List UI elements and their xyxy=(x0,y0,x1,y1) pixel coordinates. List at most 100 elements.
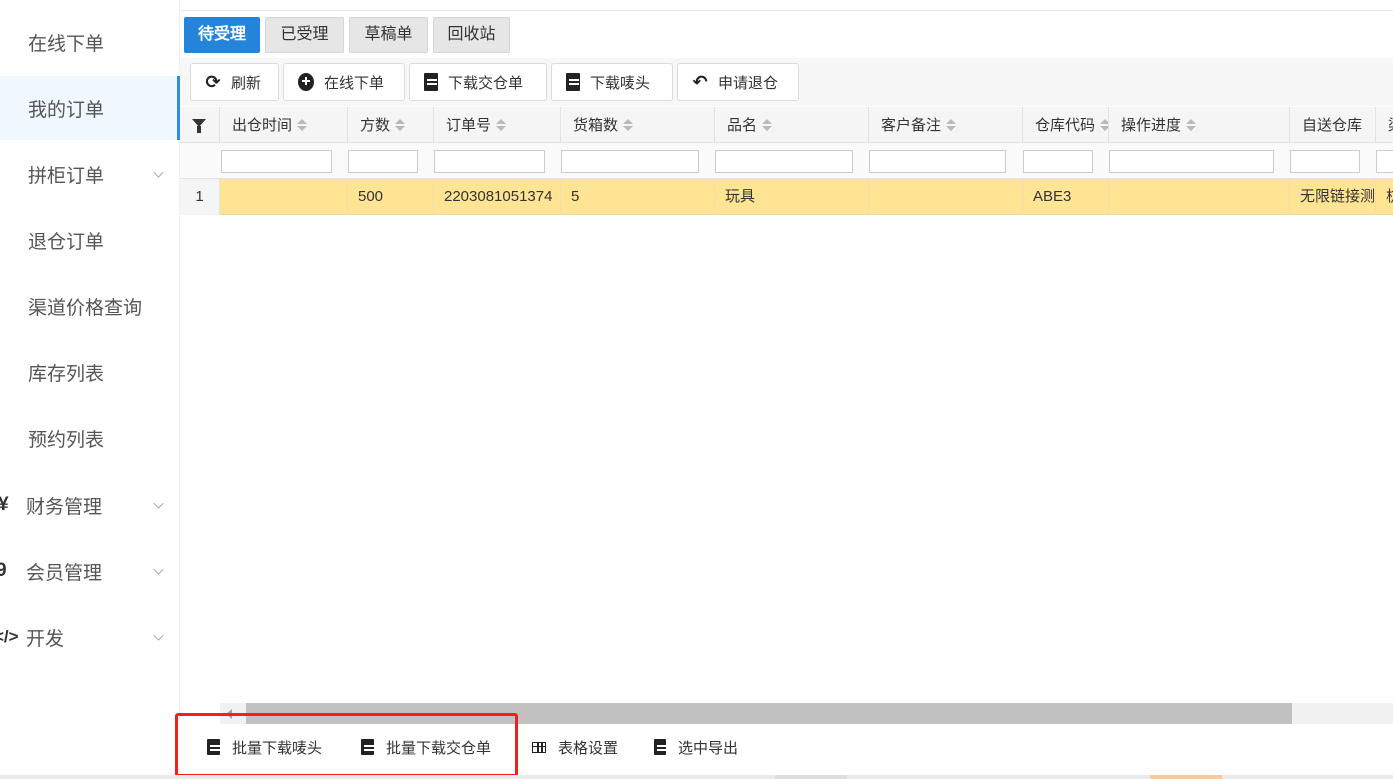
sidebar-item-inventory[interactable]: 库存列表 xyxy=(0,340,180,404)
tab-recycle-bin[interactable]: 回收站 xyxy=(433,17,510,53)
column-header-label: 渠 xyxy=(1388,114,1393,135)
sidebar-item-label: 我的订单 xyxy=(28,99,105,121)
sidebar-item-my-orders[interactable]: 我的订单 xyxy=(0,76,180,140)
refresh-icon: ⟳ xyxy=(205,72,221,92)
sort-icon xyxy=(297,118,308,131)
column-header-label: 自送仓库 xyxy=(1302,117,1363,134)
sort-icon xyxy=(1100,118,1108,131)
chevron-down-icon xyxy=(153,498,164,509)
scroll-left-icon[interactable] xyxy=(226,709,232,719)
download-shipping-mark-button[interactable]: 下载唛头 xyxy=(551,63,673,101)
download-delivery-note-button[interactable]: 下载交仓单 xyxy=(409,63,547,101)
column-header-progress[interactable]: 操作进度 xyxy=(1109,107,1290,143)
chevron-down-icon xyxy=(153,630,164,641)
sidebar-item-reservations[interactable]: 预约列表 xyxy=(0,406,180,470)
document-icon xyxy=(566,73,580,91)
chevron-down-icon xyxy=(153,564,164,575)
sidebar-item-label: 在线下单 xyxy=(28,33,105,55)
document-icon xyxy=(654,739,667,755)
download-delivery-note-label: 下载交仓单 xyxy=(448,74,524,92)
column-header-product-name[interactable]: 品名 xyxy=(715,107,869,143)
filter-input-box-count[interactable] xyxy=(561,150,699,173)
cell-progress xyxy=(1109,179,1290,215)
reply-arrow-icon: ↶ xyxy=(692,72,708,92)
column-header-label: 仓库代码 xyxy=(1035,117,1096,134)
orders-grid: 出仓时间 方数 订单号 货箱数 品名 客户备注 仓库代码 操作进度 自送仓库 渠 xyxy=(180,107,1393,703)
sort-icon xyxy=(496,118,507,131)
column-header-label: 订单号 xyxy=(446,117,492,134)
column-header-label: 操作进度 xyxy=(1121,117,1182,134)
cell-box-count: 5 xyxy=(561,179,715,215)
plus-circle-icon xyxy=(298,73,314,91)
column-header-customer-note[interactable]: 客户备注 xyxy=(869,107,1023,143)
column-header-ship-time[interactable]: 出仓时间 xyxy=(220,107,348,143)
sidebar: 在线下单 我的订单 拼柜订单 退仓订单 渠道价格查询 库存列表 预约列表 ¥ 财… xyxy=(0,0,180,779)
sidebar-item-label: 开发 xyxy=(26,628,65,650)
sidebar-item-online-order[interactable]: 在线下单 xyxy=(0,10,180,74)
column-header-label: 客户备注 xyxy=(881,117,942,134)
toolbar: ⟳ 刷新 在线下单 下载交仓单 下载唛头 ↶ 申请退仓 xyxy=(180,58,1393,106)
filter-input-self-delivery-warehouse[interactable] xyxy=(1290,150,1360,173)
filter-input-customer-note[interactable] xyxy=(869,150,1006,173)
scrollbar-thumb[interactable] xyxy=(246,703,1292,724)
column-header-label: 方数 xyxy=(360,117,391,134)
horizontal-scrollbar[interactable] xyxy=(220,703,1393,724)
page-footer-strip xyxy=(0,775,1393,779)
online-order-button[interactable]: 在线下单 xyxy=(283,63,405,101)
sort-icon xyxy=(762,118,773,131)
table-row[interactable]: 1 500 2203081051374 5 玩具 ABE3 无限链接测 杭 xyxy=(180,179,1393,215)
sidebar-item-label: 渠道价格查询 xyxy=(28,297,143,319)
sidebar-item-label: 库存列表 xyxy=(28,363,105,385)
sidebar-item-return-orders[interactable]: 退仓订单 xyxy=(0,208,180,272)
sidebar-item-label: 退仓订单 xyxy=(28,231,105,253)
filter-input-volume[interactable] xyxy=(348,150,418,173)
table-settings-button[interactable]: 表格设置 xyxy=(532,724,618,770)
cell-ship-time xyxy=(220,179,348,215)
filter-input-product-name[interactable] xyxy=(715,150,853,173)
member-icon: 9 xyxy=(0,560,7,581)
column-header-self-delivery-warehouse[interactable]: 自送仓库 xyxy=(1290,107,1376,143)
sidebar-item-label: 预约列表 xyxy=(28,429,105,451)
filter-input-order-no[interactable] xyxy=(434,150,545,173)
document-icon xyxy=(424,73,438,91)
sort-icon xyxy=(1186,118,1197,131)
sidebar-item-finance[interactable]: ¥ 财务管理 xyxy=(0,473,180,537)
sidebar-item-channel-price[interactable]: 渠道价格查询 xyxy=(0,274,180,338)
export-selected-button[interactable]: 选中导出 xyxy=(654,724,738,770)
sidebar-item-develop[interactable]: </> 开发 xyxy=(0,605,180,669)
document-icon xyxy=(361,739,374,755)
apply-return-button[interactable]: ↶ 申请退仓 xyxy=(677,63,799,101)
filter-input-ship-time[interactable] xyxy=(221,150,332,173)
sort-icon xyxy=(395,118,406,131)
column-header-warehouse-code[interactable]: 仓库代码 xyxy=(1023,107,1109,143)
online-order-label: 在线下单 xyxy=(324,74,385,92)
sidebar-item-label: 财务管理 xyxy=(26,496,103,518)
column-header-order-no[interactable]: 订单号 xyxy=(434,107,561,143)
sidebar-item-consolidated-orders[interactable]: 拼柜订单 xyxy=(0,142,180,206)
cell-channel: 杭 xyxy=(1376,179,1393,215)
sidebar-item-members[interactable]: 9 会员管理 xyxy=(0,539,180,603)
filter-input-progress[interactable] xyxy=(1109,150,1274,173)
cell-warehouse-code: ABE3 xyxy=(1023,179,1109,215)
row-number: 1 xyxy=(180,179,220,215)
footer-segment xyxy=(775,775,847,779)
batch-download-mark-button[interactable]: 批量下载唛头 xyxy=(207,724,322,770)
filter-toggle[interactable] xyxy=(180,107,220,143)
tab-accepted[interactable]: 已受理 xyxy=(265,17,344,53)
download-shipping-mark-label: 下载唛头 xyxy=(590,74,651,92)
table-icon xyxy=(532,741,546,753)
batch-download-delivery-button[interactable]: 批量下载交仓单 xyxy=(361,724,491,770)
tab-pending[interactable]: 待受理 xyxy=(184,17,260,53)
column-header-box-count[interactable]: 货箱数 xyxy=(561,107,715,143)
column-header-volume[interactable]: 方数 xyxy=(348,107,434,143)
cell-volume: 500 xyxy=(348,179,434,215)
status-tabs: 待受理 已受理 草稿单 回收站 xyxy=(180,10,1393,56)
chevron-down-icon xyxy=(153,167,164,178)
column-header-label: 品名 xyxy=(727,117,758,134)
tab-drafts[interactable]: 草稿单 xyxy=(349,17,428,53)
filter-input-channel[interactable] xyxy=(1376,150,1393,173)
filter-input-warehouse-code[interactable] xyxy=(1023,150,1093,173)
column-header-channel[interactable]: 渠 xyxy=(1376,107,1393,143)
refresh-button[interactable]: ⟳ 刷新 xyxy=(190,63,279,101)
filter-row xyxy=(180,143,1393,179)
